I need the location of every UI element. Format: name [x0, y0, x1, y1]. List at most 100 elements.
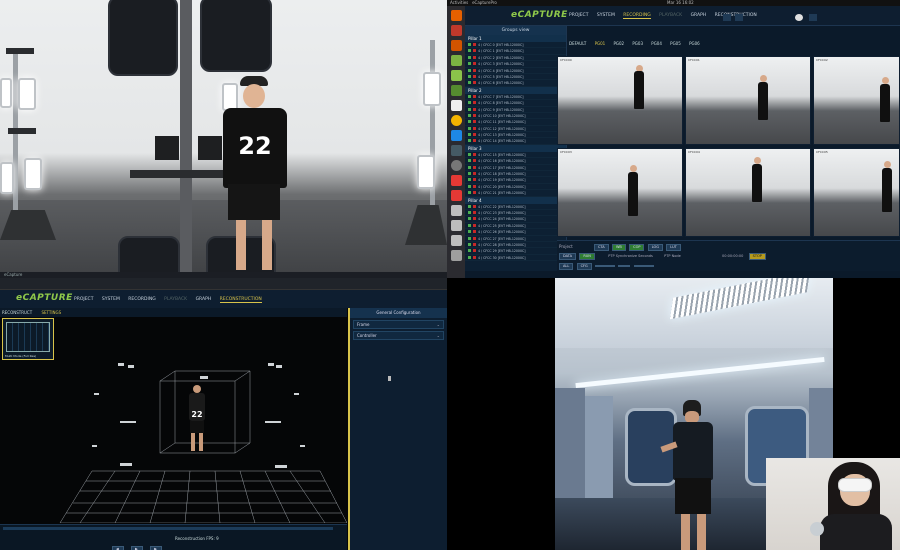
camera-group-header[interactable]: Pillar 2: [465, 86, 566, 94]
cop-button[interactable]: COP: [629, 244, 645, 251]
camera-label: 4 / CFCC 9 [EVT HB-12000C]: [478, 107, 524, 112]
tab-pg04[interactable]: PG04: [651, 41, 662, 46]
tab-reconstruct[interactable]: RECONSTRUCT: [2, 310, 32, 315]
ecapture-icon[interactable]: [450, 55, 462, 66]
data-button[interactable]: DATA: [559, 253, 577, 260]
cfg-button[interactable]: CFG: [576, 263, 592, 270]
figure: [880, 84, 890, 122]
nav-graph[interactable]: GRAPH: [196, 297, 212, 302]
nav-project[interactable]: PROJECT: [74, 297, 93, 302]
tab-pg05[interactable]: PG05: [670, 41, 681, 46]
app-icon[interactable]: [450, 25, 462, 36]
recon-nav: PROJECT SYSTEM RECORDING PLAYBACK GRAPH …: [74, 297, 269, 303]
light-stand: [13, 50, 18, 225]
toggle-button[interactable]: [618, 265, 631, 267]
tab-default[interactable]: DEFAULT: [569, 41, 586, 46]
settings-icon[interactable]: [450, 160, 462, 171]
status-indicator-icon: [468, 255, 471, 259]
vscode-icon[interactable]: [450, 130, 462, 141]
tile-label: CFCC03: [560, 150, 572, 154]
firefox-icon[interactable]: [450, 10, 462, 21]
camera-label: 4 / CFCC 7 [EVT HB-12000C]: [478, 94, 524, 99]
record-indicator-icon: [473, 242, 476, 246]
nav-graph[interactable]: GRAPH: [691, 13, 707, 18]
app-icon[interactable]: [450, 190, 462, 201]
groups-sidebar: Groups view Pillar 14 / CFCC 0 [EVT HB-1…: [465, 26, 567, 271]
text-editor-icon[interactable]: [450, 100, 462, 111]
light-panel: [108, 0, 178, 76]
ecapture-icon[interactable]: [450, 70, 462, 81]
config-controller-row[interactable]: Controller ⌄: [353, 331, 444, 340]
timeline-track[interactable]: [3, 527, 333, 530]
camera-group-header[interactable]: Pillar 3: [465, 144, 566, 152]
camera-tile[interactable]: CFCC00: [557, 56, 683, 145]
nav-system[interactable]: SYSTEM: [102, 297, 120, 302]
record-indicator-icon: [473, 113, 476, 117]
stop-button[interactable]: STOP: [748, 253, 766, 260]
reconstruction-fps: Reconstruction FPS: 9: [175, 536, 219, 541]
camera-group-header[interactable]: Pillar 1: [465, 35, 566, 42]
nav-playback[interactable]: PLAYBACK: [164, 297, 187, 302]
tab-pg06[interactable]: PG06: [689, 41, 700, 46]
tab-pg01[interactable]: PG01: [595, 41, 606, 46]
camera-tile[interactable]: CFCC03: [557, 148, 683, 237]
nav-recording[interactable]: RECORDING: [623, 13, 651, 19]
apps-grid-icon[interactable]: [450, 250, 462, 261]
chrome-icon[interactable]: [450, 115, 462, 126]
ecapture-icon[interactable]: [450, 85, 462, 96]
app-icon[interactable]: [450, 220, 462, 231]
camera-group-header[interactable]: Pillar 4: [465, 196, 566, 204]
window-icon[interactable]: [809, 14, 817, 21]
nav-reconstruction[interactable]: RECONSTRUCTION: [219, 297, 262, 303]
lut-button[interactable]: LUT: [666, 244, 681, 251]
files-icon[interactable]: [450, 40, 462, 51]
camera-tile[interactable]: CFCC05: [813, 148, 900, 237]
chevron-down-icon: ⌄: [436, 333, 440, 338]
log-button[interactable]: LOG: [647, 244, 664, 251]
camera-label: 4 / CFCC 22 [EVT HB-12000C]: [478, 204, 526, 209]
expand-icon[interactable]: [723, 14, 731, 21]
app-icon[interactable]: [450, 175, 462, 186]
nav-project[interactable]: PROJECT: [569, 13, 588, 18]
project-label: Project: [559, 244, 573, 249]
toggle-button[interactable]: [595, 265, 616, 267]
camera-tile[interactable]: CFCC02: [813, 56, 900, 145]
run-button[interactable]: RUN: [579, 253, 595, 260]
vr-controller: [810, 522, 824, 536]
status-indicator-icon: [468, 126, 471, 130]
figure: [758, 82, 768, 120]
user-icon[interactable]: [795, 14, 803, 21]
tab-settings[interactable]: SETTINGS: [41, 310, 61, 315]
camera-label: 4 / CFCC 19 [EVT HB-12000C]: [478, 178, 526, 183]
terminal-icon[interactable]: [450, 145, 462, 156]
cta-button[interactable]: CTA: [593, 244, 609, 251]
group-list: Pillar 14 / CFCC 0 [EVT HB-12000C] 4 / CF…: [465, 35, 566, 262]
wb-button[interactable]: WB: [611, 244, 626, 251]
camera-list-item[interactable]: 4 / CFCC 30 [EVT HB-12000C]: [465, 255, 566, 262]
controls-row-2: DATA RUN PTP Synchronize Seconds PTP Nod…: [559, 253, 768, 260]
mode-thumbnail[interactable]: Multi Mode (Full Res): [2, 318, 54, 360]
record-indicator-icon: [473, 255, 476, 259]
camera-label: 4 / CFCC 13 [EVT HB-12000C]: [478, 133, 526, 138]
grid-icon[interactable]: [735, 14, 743, 21]
3d-viewport[interactable]: [0, 363, 347, 523]
config-frame-row[interactable]: Frame ⌄: [353, 320, 444, 329]
toggle-button[interactable]: [633, 265, 654, 267]
camera-tile[interactable]: CFCC01: [685, 56, 811, 145]
app-icon[interactable]: [450, 235, 462, 246]
tile-label: CFCC02: [816, 58, 828, 62]
all-button[interactable]: ALL: [559, 263, 574, 270]
nav-system[interactable]: SYSTEM: [597, 13, 615, 18]
tab-pg02[interactable]: PG02: [614, 41, 625, 46]
app-icon[interactable]: [450, 205, 462, 216]
camera-label: 4 / CFCC 21 [EVT HB-12000C]: [478, 191, 526, 196]
nav-playback[interactable]: PLAYBACK: [659, 13, 682, 18]
thumbnail-preview: [6, 322, 50, 352]
activities-label[interactable]: Activities: [450, 0, 468, 5]
tab-pg03[interactable]: PG03: [632, 41, 643, 46]
camera-tile[interactable]: CFCC04: [685, 148, 811, 237]
status-indicator-icon: [468, 184, 471, 188]
timeline-toolbar: · · · · · ·: [80, 543, 172, 550]
nav-recording[interactable]: RECORDING: [128, 297, 155, 302]
camera-label: 4 / CFCC 28 [EVT HB-12000C]: [478, 242, 526, 247]
